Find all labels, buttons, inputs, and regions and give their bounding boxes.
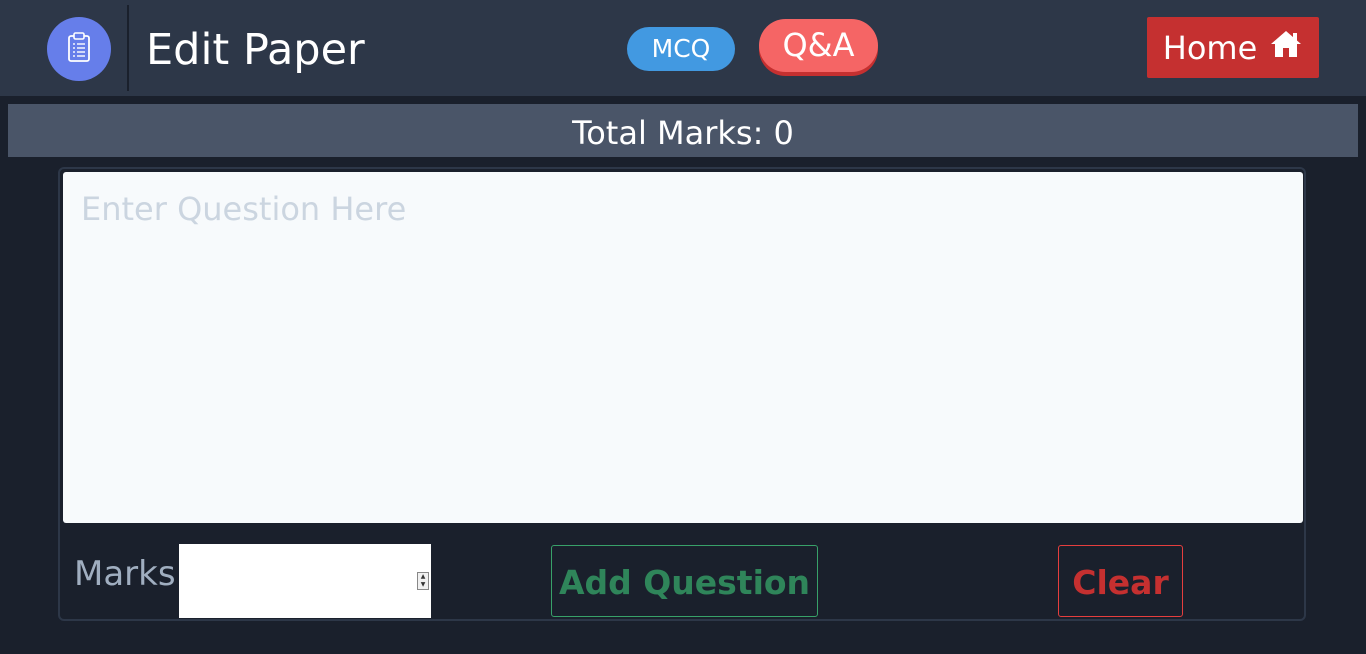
marks-input[interactable] — [179, 544, 431, 618]
question-input[interactable] — [63, 172, 1303, 523]
home-button[interactable]: Home — [1147, 17, 1319, 78]
marks-stepper[interactable]: ▲ ▼ — [417, 572, 429, 590]
tab-mcq[interactable]: MCQ — [627, 27, 735, 71]
clear-button[interactable]: Clear — [1058, 545, 1183, 617]
app-header: Edit Paper MCQ Q&A Home — [0, 0, 1366, 96]
stepper-up-icon[interactable]: ▲ — [421, 574, 426, 580]
page-title: Edit Paper — [146, 25, 365, 75]
tab-qa[interactable]: Q&A — [759, 19, 878, 72]
marks-label: Marks — [74, 554, 176, 594]
clipboard-icon — [67, 31, 91, 67]
add-question-button[interactable]: Add Question — [551, 545, 818, 617]
header-divider — [127, 5, 129, 91]
stepper-down-icon[interactable]: ▼ — [421, 582, 426, 588]
logo[interactable] — [47, 17, 111, 81]
total-marks-bar: Total Marks: 0 — [8, 104, 1358, 157]
home-button-label: Home — [1162, 28, 1258, 67]
home-icon — [1269, 29, 1303, 67]
